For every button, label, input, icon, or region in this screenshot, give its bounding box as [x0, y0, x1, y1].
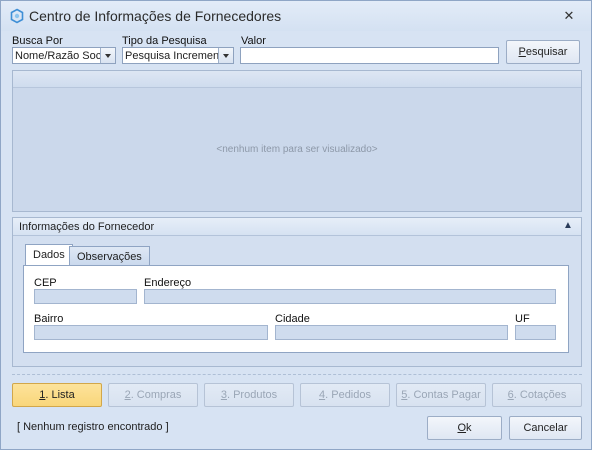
cancel-button[interactable]: Cancelar	[509, 416, 582, 440]
produtos-button[interactable]: 3. Produtos	[204, 383, 294, 407]
supplier-info-window: Centro de Informações de Fornecedores ✕ …	[0, 0, 592, 450]
pesquisar-label: esquisar	[525, 46, 568, 58]
cep-label: CEP	[34, 277, 57, 289]
endereco-label: Endereço	[144, 277, 192, 289]
cidade-field	[275, 325, 508, 340]
valor-label: Valor	[241, 35, 266, 47]
valor-input[interactable]	[240, 47, 499, 64]
tab-dados[interactable]: Dados	[25, 244, 73, 266]
chevron-up-icon[interactable]: ▲	[563, 220, 573, 231]
pedidos-button[interactable]: 4. Pedidos	[300, 383, 390, 407]
tipo-pesquisa-combo[interactable]: Pesquisa Incremental	[122, 47, 234, 64]
ok-label: k	[466, 422, 472, 434]
cep-field	[34, 289, 137, 304]
tab-observacoes[interactable]: Observações	[69, 246, 150, 267]
app-icon	[10, 8, 24, 24]
window-title: Centro de Informações de Fornecedores	[29, 8, 282, 24]
busca-por-value: Nome/Razão Social	[15, 50, 113, 62]
contas-pagar-label: . Contas Pagar	[407, 389, 481, 401]
tipo-pesquisa-value: Pesquisa Incremental	[125, 50, 231, 62]
chevron-down-icon[interactable]	[218, 48, 233, 63]
compras-label: . Compras	[130, 389, 182, 401]
cotacoes-button[interactable]: 6. Cotações	[492, 383, 582, 407]
status-text: [ Nenhum registro encontrado ]	[17, 421, 169, 433]
supplier-info-title: Informações do Fornecedor	[19, 221, 155, 233]
title-bar: Centro de Informações de Fornecedores ✕	[1, 1, 591, 31]
bairro-label: Bairro	[34, 313, 64, 325]
lista-label: . Lista	[45, 389, 75, 401]
pesquisar-mnemonic: P	[518, 46, 526, 58]
grid-header	[13, 71, 581, 88]
supplier-info-header[interactable]: Informações do Fornecedor ▲	[13, 218, 581, 236]
busca-por-combo[interactable]: Nome/Razão Social	[12, 47, 116, 64]
pedidos-label: . Pedidos	[325, 389, 371, 401]
lista-button[interactable]: 1. Lista	[12, 383, 102, 407]
contas-pagar-button[interactable]: 5. Contas Pagar	[396, 383, 486, 407]
uf-field	[515, 325, 556, 340]
tipo-pesquisa-label: Tipo da Pesquisa	[122, 35, 207, 47]
uf-label: UF	[515, 313, 530, 325]
close-icon[interactable]: ✕	[561, 9, 577, 25]
ok-button[interactable]: Ok	[427, 416, 502, 440]
status-bar: [ Nenhum registro encontrado ]	[12, 413, 420, 441]
grid-empty-message: <nenhum item para ser visualizado>	[216, 144, 378, 155]
busca-por-label: Busca Por	[12, 35, 63, 47]
separator	[12, 374, 582, 375]
produtos-label: . Produtos	[226, 389, 278, 401]
pesquisar-button[interactable]: Pesquisar	[506, 40, 580, 64]
compras-button[interactable]: 2. Compras	[108, 383, 198, 407]
cotacoes-label: . Cotações	[513, 389, 567, 401]
results-grid[interactable]: <nenhum item para ser visualizado>	[12, 70, 582, 212]
chevron-down-icon[interactable]	[100, 48, 115, 63]
endereco-field	[144, 289, 556, 304]
cidade-label: Cidade	[275, 313, 310, 325]
bairro-field	[34, 325, 268, 340]
ok-mnemonic: O	[457, 422, 467, 434]
